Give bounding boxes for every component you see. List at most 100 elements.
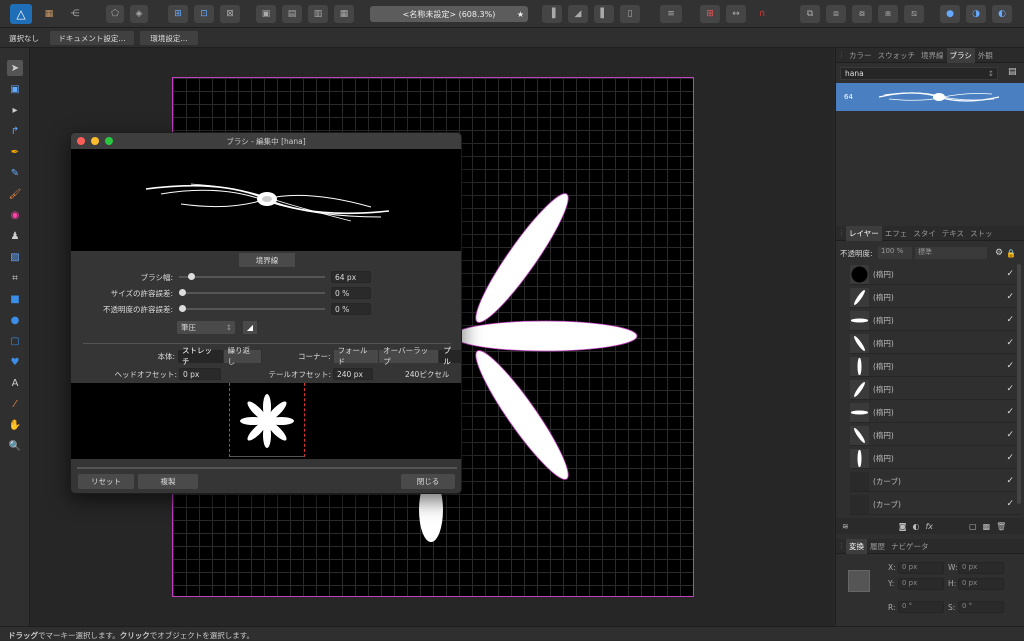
align-right-icon[interactable]: ▌ bbox=[594, 5, 614, 23]
close-button[interactable]: 閉じる bbox=[401, 474, 455, 489]
visibility-check-icon[interactable]: ✓ bbox=[1006, 430, 1014, 440]
tab-navigator[interactable]: ナビゲータ bbox=[888, 539, 932, 554]
align-top-icon[interactable]: ▯ bbox=[620, 5, 640, 23]
corner-fold-option[interactable]: フォールド bbox=[333, 346, 380, 366]
group-icon[interactable]: ▩ bbox=[983, 522, 991, 531]
layer-row[interactable]: (楕円) ✓ bbox=[850, 310, 1020, 331]
brush-tool-icon[interactable]: 🖌 bbox=[7, 186, 23, 202]
s-field[interactable]: 0 ° bbox=[958, 601, 1004, 613]
layers-stack-icon[interactable]: ≋ bbox=[842, 522, 849, 531]
menu-icon[interactable]: ≡ bbox=[660, 5, 682, 23]
boolean-xor-icon[interactable]: ⧅ bbox=[904, 5, 924, 23]
node-tool-icon[interactable]: ▸ bbox=[7, 102, 23, 118]
tab-text-styles[interactable]: テキス bbox=[939, 226, 967, 241]
boolean-div-icon[interactable]: ⧆ bbox=[878, 5, 898, 23]
layer-scrollbar[interactable] bbox=[1017, 264, 1021, 504]
arrange3-icon[interactable]: ▥ bbox=[308, 5, 328, 23]
artboard-tool-icon[interactable]: ▣ bbox=[7, 81, 23, 97]
width-field[interactable]: 64 px bbox=[331, 271, 371, 283]
section-tab-stroke[interactable]: 境界線 bbox=[239, 253, 295, 267]
layer-row[interactable]: (楕円) ✓ bbox=[850, 425, 1020, 446]
dialog-titlebar[interactable]: ブラシ - 編集中 [hana] bbox=[71, 133, 461, 149]
layer-row[interactable]: (楕円) ✓ bbox=[850, 356, 1020, 377]
tab-effects[interactable]: エフェ bbox=[882, 226, 911, 241]
body-repeat-option[interactable]: 繰り返し bbox=[223, 346, 262, 366]
opacity-var-slider[interactable] bbox=[179, 305, 325, 312]
arrange4-icon[interactable]: ▦ bbox=[334, 5, 354, 23]
document-settings-button[interactable]: ドキュメント設定... bbox=[50, 31, 134, 45]
snap2-icon[interactable]: ⊡ bbox=[194, 5, 214, 23]
tab-appearance[interactable]: 外観 bbox=[975, 48, 996, 63]
tab-stroke[interactable]: 境界線 bbox=[918, 48, 947, 63]
visibility-check-icon[interactable]: ✓ bbox=[1006, 338, 1014, 348]
layer-row[interactable]: (楕円) ✓ bbox=[850, 402, 1020, 423]
layer-row[interactable]: (楕円) ✓ bbox=[850, 333, 1020, 354]
minimize-window-icon[interactable] bbox=[91, 137, 99, 145]
fx-icon[interactable]: fx bbox=[925, 522, 933, 531]
anchor-selector[interactable] bbox=[848, 570, 870, 592]
order-front-icon[interactable]: ● bbox=[940, 5, 960, 23]
corner-pull-option[interactable]: プル bbox=[439, 346, 461, 366]
opacity-var-knob[interactable] bbox=[179, 305, 186, 312]
visibility-check-icon[interactable]: ✓ bbox=[1006, 407, 1014, 417]
visibility-check-icon[interactable]: ✓ bbox=[1006, 269, 1014, 279]
visibility-check-icon[interactable]: ✓ bbox=[1006, 453, 1014, 463]
crop-tool-icon[interactable]: ⌗ bbox=[7, 270, 23, 286]
layer-row[interactable]: (楕円) ✓ bbox=[850, 264, 1020, 285]
corner-tool-icon[interactable]: ↱ bbox=[7, 123, 23, 139]
pressure-curve-icon[interactable]: ◢ bbox=[243, 321, 257, 334]
order-back-icon[interactable]: ◑ bbox=[966, 5, 986, 23]
snap-toggle-icon[interactable]: ↔ bbox=[726, 5, 746, 23]
reset-button[interactable]: リセット bbox=[78, 474, 134, 489]
x-field[interactable]: 0 px bbox=[898, 562, 944, 574]
add-layer-icon[interactable]: ▢ bbox=[969, 522, 977, 531]
rounded-rect-tool-icon[interactable]: ▢ bbox=[7, 333, 23, 349]
arrange2-icon[interactable]: ▤ bbox=[282, 5, 302, 23]
fill-tool-icon[interactable]: ◉ bbox=[7, 207, 23, 223]
image-tool-icon[interactable]: ▨ bbox=[7, 249, 23, 265]
mask-icon[interactable]: ◙ bbox=[899, 522, 907, 531]
app-logo[interactable]: △ bbox=[10, 4, 32, 24]
adjustment-icon[interactable]: ◐ bbox=[912, 522, 919, 531]
visibility-check-icon[interactable]: ✓ bbox=[1006, 499, 1014, 509]
layer-row[interactable]: (楕円) ✓ bbox=[850, 379, 1020, 400]
visibility-check-icon[interactable]: ✓ bbox=[1006, 361, 1014, 371]
tab-color[interactable]: カラー bbox=[846, 48, 875, 63]
rectangle-tool-icon[interactable]: ■ bbox=[7, 291, 23, 307]
shape-heart-tool-icon[interactable]: ♥ bbox=[7, 354, 23, 370]
align-center-icon[interactable]: ◢ bbox=[568, 5, 588, 23]
trash-icon[interactable]: 🗑 bbox=[996, 522, 1006, 531]
w-field[interactable]: 0 px bbox=[958, 562, 1004, 574]
arrange-icon[interactable]: ▣ bbox=[256, 5, 276, 23]
grid-icon[interactable]: ⊞ bbox=[700, 5, 720, 23]
close-window-icon[interactable] bbox=[77, 137, 85, 145]
align-left-icon[interactable]: ▐ bbox=[542, 5, 562, 23]
eyedropper-tool-icon[interactable]: ⁄ bbox=[7, 396, 23, 412]
y-field[interactable]: 0 px bbox=[898, 578, 944, 590]
r-field[interactable]: 0 ° bbox=[898, 601, 944, 613]
pressure-select[interactable]: 筆圧 ↕ bbox=[177, 321, 235, 334]
blend-mode-select[interactable]: 標準 bbox=[915, 247, 987, 259]
layer-row[interactable]: (楕円) ✓ bbox=[850, 448, 1020, 469]
width-slider[interactable] bbox=[179, 273, 325, 280]
brush-item-selected[interactable]: 64 bbox=[836, 83, 1024, 111]
move-tool-icon[interactable]: ➤ bbox=[7, 60, 23, 76]
transparency-tool-icon[interactable]: ♟ bbox=[7, 228, 23, 244]
preferences-button[interactable]: 環境設定... bbox=[140, 31, 198, 45]
snap-icon[interactable]: ⊞ bbox=[168, 5, 188, 23]
lock-icon[interactable]: 🔒 bbox=[1006, 249, 1016, 258]
opacity-field[interactable]: 100 % bbox=[878, 247, 912, 259]
tail-offset-field[interactable]: 240 px bbox=[333, 368, 373, 380]
zoom-window-icon[interactable] bbox=[105, 137, 113, 145]
hand-tool-icon[interactable]: ✋ bbox=[7, 417, 23, 433]
visibility-check-icon[interactable]: ✓ bbox=[1006, 292, 1014, 302]
insert-icon[interactable]: ◈ bbox=[130, 5, 148, 23]
layer-row[interactable]: (楕円) ✓ bbox=[850, 287, 1020, 308]
visibility-check-icon[interactable]: ✓ bbox=[1006, 384, 1014, 394]
tab-styles[interactable]: スタイ bbox=[910, 226, 939, 241]
snap3-icon[interactable]: ⊠ bbox=[220, 5, 240, 23]
size-var-slider[interactable] bbox=[179, 289, 325, 296]
gear-icon[interactable]: ⚙ bbox=[995, 248, 1003, 258]
tab-brushes[interactable]: ブラシ bbox=[946, 47, 975, 63]
share-icon[interactable]: ⋲ bbox=[66, 5, 84, 23]
